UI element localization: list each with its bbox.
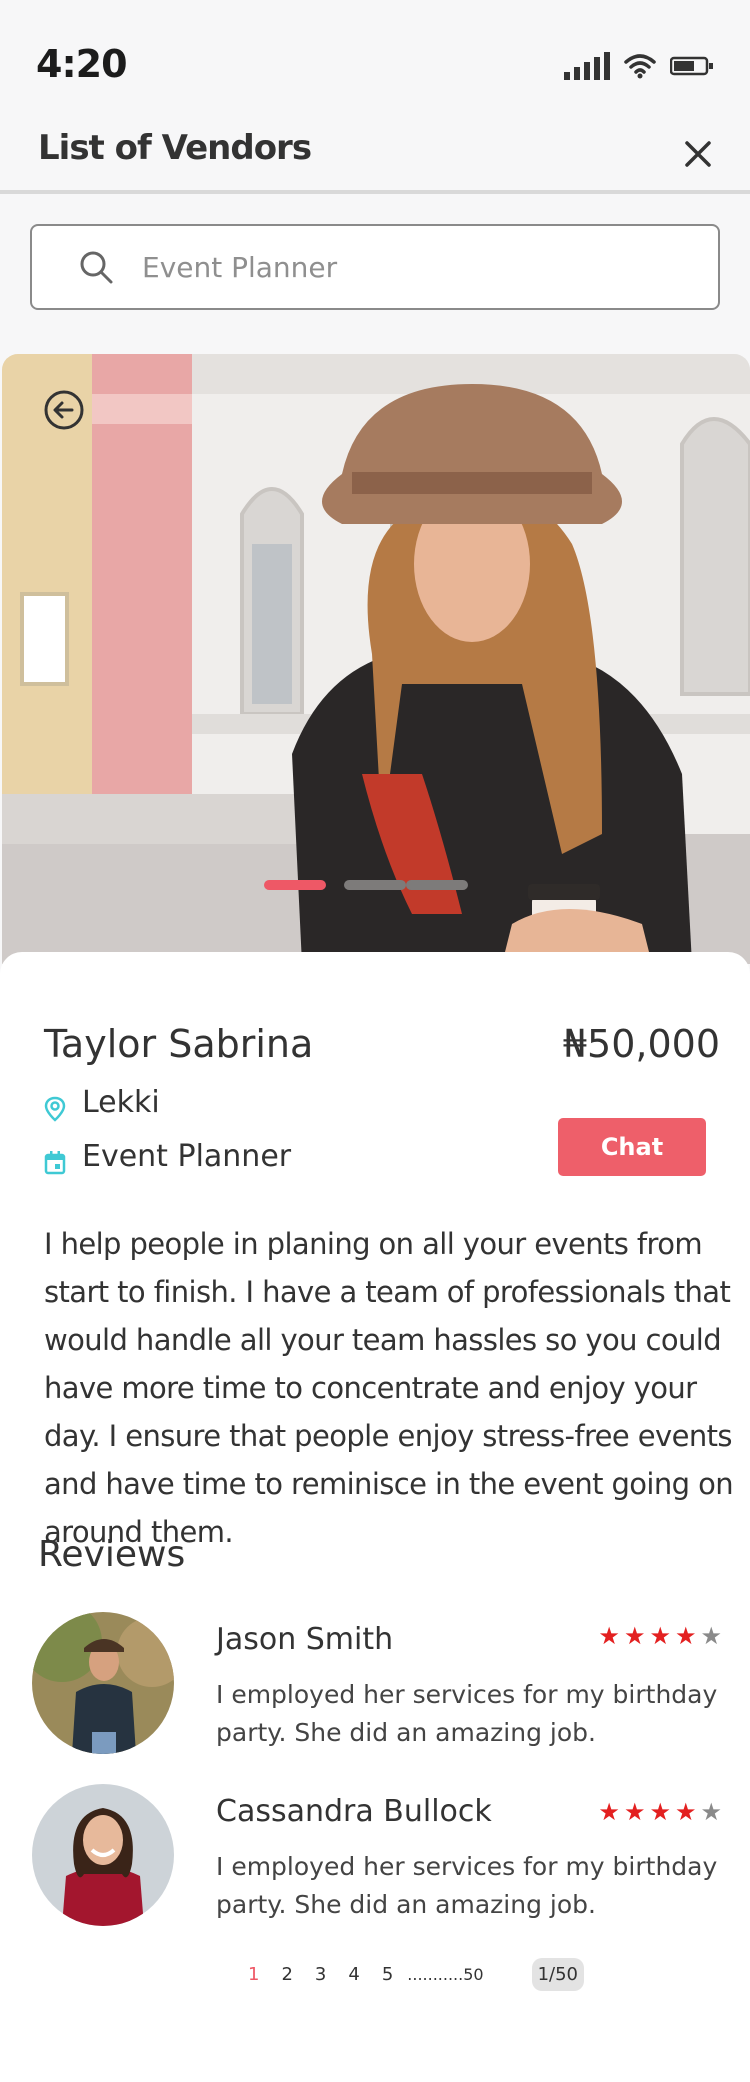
carousel-indicators: [264, 880, 468, 890]
star-filled-icon: ★: [649, 1798, 671, 1826]
page-link-last[interactable]: ...........50: [407, 1965, 483, 1984]
close-button[interactable]: [678, 134, 718, 174]
reviewer-photo: [32, 1612, 174, 1754]
signal-icon: [564, 52, 610, 80]
avatar: [32, 1784, 174, 1926]
star-filled-icon: ★: [598, 1622, 620, 1650]
review-text: I employed her services for my birthday …: [216, 1852, 718, 1919]
star-empty-icon: ★: [700, 1622, 722, 1650]
wifi-icon: [624, 54, 656, 79]
star-filled-icon: ★: [674, 1798, 697, 1826]
star-filled-icon: ★: [623, 1798, 646, 1826]
avatar: [32, 1612, 174, 1754]
reviewer-photo: [32, 1784, 174, 1926]
vendor-details-card: Taylor Sabrina ₦50,000 Lekki Event Plann…: [0, 952, 750, 2082]
page-link[interactable]: 5: [382, 1964, 393, 1985]
category-text: Event Planner: [82, 1138, 292, 1174]
star-filled-icon: ★: [598, 1798, 620, 1826]
page-title: List of Vendors: [38, 128, 312, 168]
status-bar: 4:20: [0, 0, 750, 120]
vendor-description: I help people in planing on all your eve…: [44, 1227, 734, 1549]
back-arrow-icon: [44, 390, 84, 430]
star-rating: ★ ★ ★ ★ ★: [598, 1798, 722, 1826]
search-bar: [30, 224, 720, 310]
star-rating: ★ ★ ★ ★ ★: [598, 1622, 722, 1650]
vendor-location: Lekki: [44, 1082, 160, 1122]
close-icon: [685, 141, 711, 167]
reviewer-name: Cassandra Bullock: [216, 1794, 492, 1829]
star-filled-icon: ★: [649, 1622, 671, 1650]
star-filled-icon: ★: [623, 1622, 646, 1650]
page-link[interactable]: 2: [281, 1964, 292, 1985]
reviews-heading: Reviews: [38, 1534, 186, 1575]
pagination: 1 2 3 4 5 ...........50 1/50: [248, 1958, 584, 1991]
search-input[interactable]: [142, 250, 662, 284]
vendor-price: ₦50,000: [562, 1022, 720, 1066]
reviewer-name: Jason Smith: [216, 1622, 394, 1657]
review-item: Jason Smith ★ ★ ★ ★ ★ I employed her ser…: [32, 1612, 722, 1762]
chat-button[interactable]: Chat: [558, 1118, 706, 1176]
vendor-photo: [2, 354, 750, 964]
page-link[interactable]: 1: [248, 1964, 259, 1985]
vendor-photo-carousel[interactable]: [2, 354, 750, 964]
carousel-dot[interactable]: [264, 880, 326, 890]
review-item: Cassandra Bullock ★ ★ ★ ★ ★ I employed h…: [32, 1784, 722, 1934]
carousel-dot[interactable]: [344, 880, 406, 890]
star-filled-icon: ★: [674, 1622, 697, 1650]
header: List of Vendors: [0, 120, 750, 194]
carousel-dot[interactable]: [406, 880, 468, 890]
back-button[interactable]: [42, 388, 86, 432]
calendar-icon: [44, 1151, 66, 1175]
status-time: 4:20: [36, 42, 128, 86]
review-text: I employed her services for my birthday …: [216, 1680, 718, 1747]
page-indicator: 1/50: [531, 1958, 584, 1991]
status-icons: [564, 52, 714, 80]
page-link[interactable]: 3: [315, 1964, 326, 1985]
location-pin-icon: [44, 1096, 66, 1122]
battery-icon: [670, 56, 713, 76]
star-empty-icon: ★: [700, 1798, 722, 1826]
location-text: Lekki: [82, 1084, 160, 1120]
page-link[interactable]: 4: [348, 1964, 359, 1985]
vendor-name: Taylor Sabrina: [44, 1022, 314, 1066]
vendor-category: Event Planner: [44, 1136, 291, 1176]
search-icon: [80, 251, 113, 284]
